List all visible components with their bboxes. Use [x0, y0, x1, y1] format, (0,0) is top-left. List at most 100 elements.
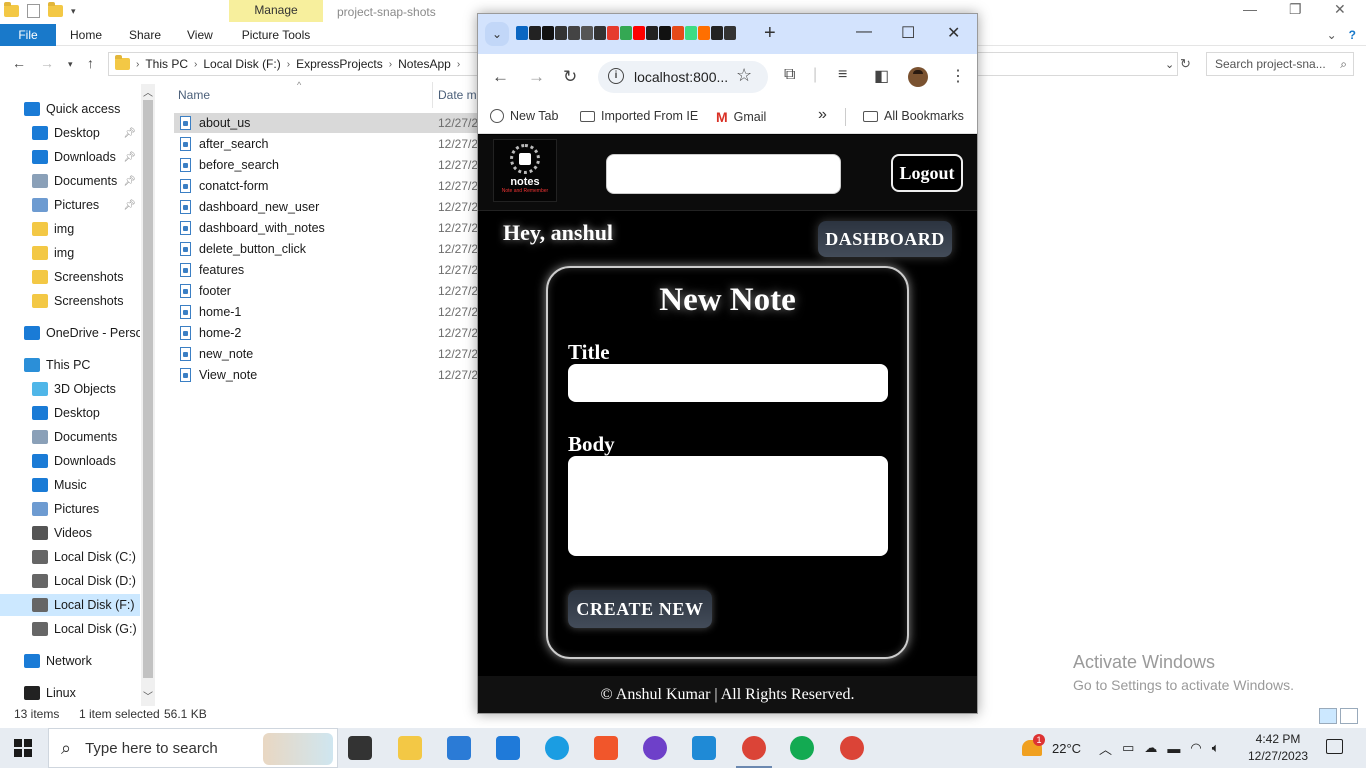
- windows-start-icon[interactable]: [14, 739, 32, 757]
- bookmark-star-icon[interactable]: ☆: [736, 65, 752, 86]
- logout-button[interactable]: Logout: [891, 154, 963, 192]
- file-row[interactable]: delete_button_click 12/27/2: [174, 239, 480, 259]
- file-row[interactable]: conatct-form 12/27/2: [174, 176, 480, 196]
- nav-item[interactable]: Desktop: [0, 402, 140, 424]
- file-row[interactable]: features 12/27/2: [174, 260, 480, 280]
- nav-item[interactable]: Downloads 📌︎: [0, 146, 140, 168]
- nav-item[interactable]: 3D Objects: [0, 378, 140, 400]
- up-icon[interactable]: ↑: [87, 55, 94, 71]
- show-hidden-icons[interactable]: ︿: [1099, 739, 1112, 758]
- file-row[interactable]: footer 12/27/2: [174, 281, 480, 301]
- volume-icon[interactable]: 🔈︎: [1212, 740, 1220, 756]
- column-name[interactable]: Name: [178, 88, 210, 102]
- minimize-icon[interactable]: —: [1243, 1, 1257, 17]
- column-divider[interactable]: [432, 82, 433, 108]
- nav-item[interactable]: Linux: [0, 682, 140, 704]
- tab-favicon-icon[interactable]: [711, 26, 723, 40]
- nav-item[interactable]: Local Disk (D:): [0, 570, 140, 592]
- nav-item[interactable]: Local Disk (F:): [0, 594, 140, 616]
- qat-dropdown-icon[interactable]: ▾: [71, 6, 76, 17]
- forward-icon[interactable]: →: [528, 67, 545, 87]
- battery-icon[interactable]: ▬: [1167, 741, 1180, 756]
- edge-icon[interactable]: [545, 736, 569, 760]
- nav-item[interactable]: This PC: [0, 354, 140, 376]
- manage-tab[interactable]: Manage: [229, 0, 323, 22]
- nav-item[interactable]: Desktop 📌︎: [0, 122, 140, 144]
- create-new-button[interactable]: CREATE NEW: [568, 590, 712, 628]
- file-row[interactable]: View_note 12/27/2: [174, 365, 480, 385]
- tab-favicon-icon[interactable]: [724, 26, 736, 40]
- url-text[interactable]: localhost:800...: [634, 69, 728, 85]
- bookmark-imported-from-ie[interactable]: Imported From IE: [580, 109, 698, 123]
- refresh-icon[interactable]: ↻: [1180, 56, 1191, 72]
- properties-icon[interactable]: [27, 4, 40, 18]
- close-icon[interactable]: ✕: [1334, 1, 1346, 18]
- breadcrumb-this-pc[interactable]: This PC: [145, 57, 188, 71]
- nav-item[interactable]: Videos: [0, 522, 140, 544]
- tab-favicon-icon[interactable]: [607, 26, 619, 40]
- tab-favicon-icon[interactable]: [646, 26, 658, 40]
- tab-favicon-icon[interactable]: [633, 26, 645, 40]
- expand-ribbon-icon[interactable]: ⌄: [1327, 28, 1337, 42]
- back-icon[interactable]: ←: [492, 67, 509, 87]
- bookmark-all-bookmarks[interactable]: All Bookmarks: [863, 109, 964, 123]
- github-desktop-icon[interactable]: [643, 736, 667, 760]
- menu-icon[interactable]: ⋮: [950, 66, 966, 86]
- meet-now-icon[interactable]: ▭: [1122, 740, 1134, 756]
- close-icon[interactable]: ✕: [947, 23, 960, 43]
- nav-item[interactable]: Screenshots: [0, 290, 140, 312]
- breadcrumb-notesapp[interactable]: NotesApp: [398, 57, 451, 71]
- clock[interactable]: 4:42 PM 12/27/2023: [1248, 731, 1308, 765]
- file-row[interactable]: after_search 12/27/2: [174, 134, 480, 154]
- file-row[interactable]: about_us 12/27/2: [174, 113, 480, 133]
- mail-icon[interactable]: [496, 736, 520, 760]
- tab-favicon-icon[interactable]: [698, 26, 710, 40]
- recent-dropdown-icon[interactable]: ▾: [68, 59, 73, 70]
- nav-item[interactable]: img: [0, 218, 140, 240]
- scroll-down-icon[interactable]: ﹀: [143, 688, 153, 703]
- weather-icon[interactable]: 1: [1022, 734, 1045, 756]
- tab-picture-tools[interactable]: Picture Tools: [229, 24, 323, 46]
- breadcrumb-local-disk[interactable]: Local Disk (F:): [203, 57, 280, 71]
- site-info-icon[interactable]: i: [608, 68, 624, 84]
- microsoft-store-icon[interactable]: [447, 736, 471, 760]
- forward-icon[interactable]: →: [40, 55, 54, 71]
- file-row[interactable]: dashboard_new_user 12/27/2: [174, 197, 480, 217]
- tab-favicon-icon[interactable]: [516, 26, 528, 40]
- site-logo[interactable]: notes Note and Remember: [493, 139, 557, 202]
- tab-share[interactable]: Share: [129, 28, 161, 42]
- large-icons-view-icon[interactable]: [1340, 708, 1358, 724]
- onedrive-icon[interactable]: ☁: [1144, 740, 1157, 756]
- tab-favicon-icon[interactable]: [685, 26, 697, 40]
- extensions-icon[interactable]: ⧉: [784, 66, 795, 84]
- body-textarea[interactable]: [568, 456, 888, 556]
- side-panel-icon[interactable]: ◧: [874, 66, 889, 86]
- tab-view[interactable]: View: [187, 28, 213, 42]
- file-explorer-icon[interactable]: [398, 736, 422, 760]
- maximize-icon[interactable]: ☐: [901, 23, 915, 43]
- tab-favicon-icon[interactable]: [529, 26, 541, 40]
- mongodb-compass-icon[interactable]: [790, 736, 814, 760]
- bookmark-gmail[interactable]: M Gmail: [716, 109, 766, 125]
- title-input[interactable]: [568, 364, 888, 402]
- file-row[interactable]: home-2 12/27/2: [174, 323, 480, 343]
- nav-item[interactable]: Local Disk (G:): [0, 618, 140, 640]
- scroll-up-icon[interactable]: ︿: [143, 84, 153, 99]
- nav-item[interactable]: img: [0, 242, 140, 264]
- chrome-icon[interactable]: [736, 736, 772, 768]
- notifications-icon[interactable]: [1326, 739, 1343, 754]
- tab-search-icon[interactable]: ⌄: [485, 22, 509, 46]
- taskbar-search-input[interactable]: ⌕ Type here to search: [48, 728, 338, 768]
- nav-item[interactable]: Downloads: [0, 450, 140, 472]
- navigation-scroll-thumb[interactable]: [143, 100, 153, 678]
- file-row[interactable]: dashboard_with_notes 12/27/2: [174, 218, 480, 238]
- wifi-icon[interactable]: ◠: [1190, 740, 1201, 756]
- task-view-icon[interactable]: [348, 736, 372, 760]
- file-row[interactable]: new_note 12/27/2: [174, 344, 480, 364]
- media-control-icon[interactable]: ≡: [838, 66, 847, 84]
- tab-favicon-icon[interactable]: [581, 26, 593, 40]
- address-dropdown-icon[interactable]: ⌄: [1165, 58, 1174, 71]
- weather-temp[interactable]: 22°C: [1052, 741, 1081, 756]
- tab-favicon-icon[interactable]: [672, 26, 684, 40]
- nav-item[interactable]: Network: [0, 650, 140, 672]
